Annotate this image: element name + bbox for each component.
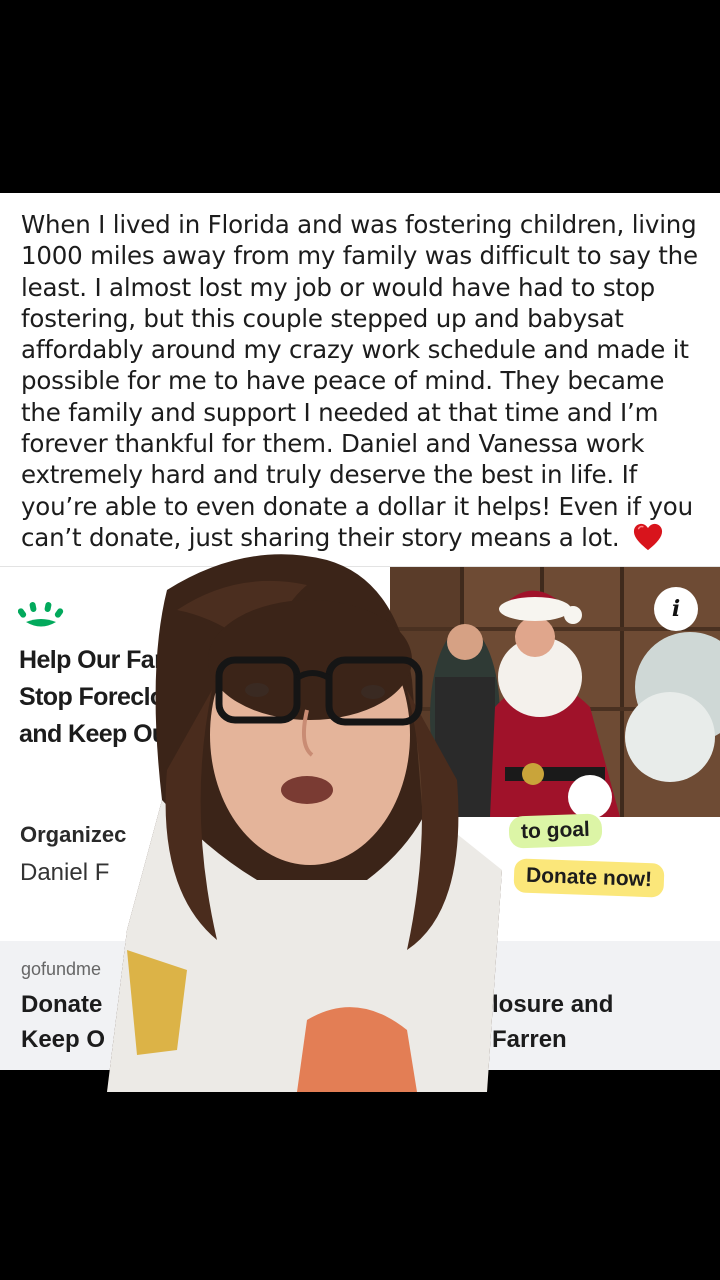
video-person-overlay [107,550,517,1092]
post-body: When I lived in Florida and was fosterin… [21,210,698,552]
organizer-name[interactable]: Daniel F [20,859,109,887]
link-title-left-line-1: Donate [21,991,103,1018]
link-title-left-line-2: Keep O [21,1026,106,1053]
gofundme-logo-icon [18,602,64,627]
link-domain: gofundme [21,959,102,979]
person-cutout-image [107,554,502,1092]
post-text: When I lived in Florida and was fosterin… [21,209,711,553]
info-button[interactable]: i [654,587,698,631]
goal-progress-pill: to goal [508,813,603,849]
donate-now-button[interactable]: Donate now! [513,858,665,898]
link-title-left: Donate Keep O [21,987,105,1057]
red-heart-icon [634,523,663,551]
